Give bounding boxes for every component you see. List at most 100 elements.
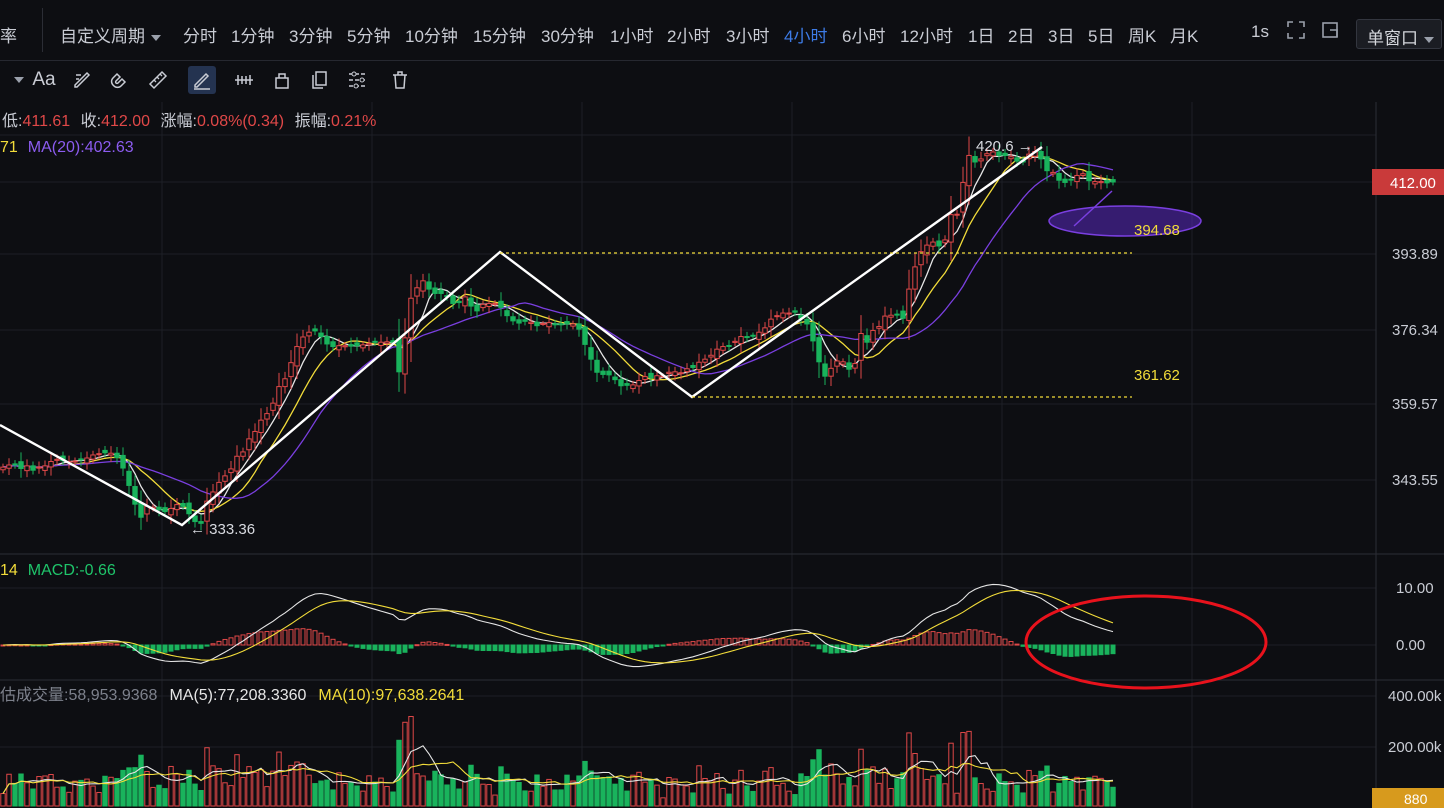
tab-period-4[interactable]: 10分钟 <box>405 22 458 47</box>
caret-down-icon[interactable] <box>2 66 30 94</box>
refresh-interval[interactable]: 1s <box>1251 22 1269 42</box>
candle-body <box>126 470 132 486</box>
candle-body <box>666 371 672 375</box>
popout-window-icon[interactable] <box>1320 20 1340 45</box>
candle-body <box>336 345 342 351</box>
volume-bar <box>990 790 996 807</box>
volume-bar <box>630 774 636 807</box>
tab-period-8[interactable]: 2小时 <box>667 22 710 47</box>
volume-bar <box>390 791 396 807</box>
measure-icon[interactable] <box>230 66 258 94</box>
candle-body <box>102 449 108 454</box>
volume-bar <box>534 774 540 807</box>
pencil-icon[interactable] <box>188 66 216 94</box>
tab-period-15[interactable]: 3日 <box>1048 22 1074 47</box>
volume-bar <box>930 775 936 807</box>
candle-body <box>54 458 60 461</box>
volume-bar <box>648 778 654 807</box>
candle-body <box>114 452 120 459</box>
macd-bar <box>672 642 678 646</box>
candle-body <box>168 508 174 516</box>
volume-bar <box>612 783 618 807</box>
tab-period-16[interactable]: 5日 <box>1088 22 1114 47</box>
fullscreen-icon[interactable] <box>1286 20 1306 45</box>
volume-bar <box>738 769 744 807</box>
custom-period-dropdown[interactable]: 自定义周期 <box>60 22 161 47</box>
toolbar-left-label[interactable]: 率 <box>0 22 17 47</box>
volume-tick-label: 200.00k <box>1388 739 1442 756</box>
tab-period-6[interactable]: 30分钟 <box>541 22 594 47</box>
candle-body <box>84 457 90 464</box>
tab-period-7[interactable]: 1小时 <box>610 22 653 47</box>
volume-bar <box>672 778 678 807</box>
macd-bar <box>186 644 192 649</box>
volume-bar <box>438 774 444 807</box>
volume-bar <box>312 783 318 807</box>
volume-bar <box>462 781 468 807</box>
volume-bar <box>858 748 864 807</box>
tab-period-3[interactable]: 5分钟 <box>347 22 390 47</box>
volume-bar <box>696 765 702 807</box>
candle-body <box>450 295 456 304</box>
lock-icon[interactable] <box>268 66 296 94</box>
volume-bar <box>486 784 492 807</box>
macd-bar <box>666 643 672 646</box>
candle-body <box>342 345 348 348</box>
candle-body <box>1092 181 1098 185</box>
tab-period-18[interactable]: 月K <box>1170 22 1198 47</box>
candle-body <box>162 507 168 513</box>
candle-body <box>972 156 978 163</box>
tab-period-12[interactable]: 12小时 <box>900 22 953 47</box>
volume-bar <box>324 779 330 807</box>
tab-period-11[interactable]: 6小时 <box>842 22 885 47</box>
candle-body <box>420 280 426 292</box>
font-icon[interactable]: Aa <box>30 66 58 94</box>
copy-icon[interactable] <box>306 66 334 94</box>
volume-bar <box>546 778 552 807</box>
tab-period-5[interactable]: 15分钟 <box>473 22 526 47</box>
macd-bar <box>642 644 648 650</box>
macd-bar <box>342 643 348 646</box>
price-chart[interactable]: 420.6 → ← 333.36 394.68 361.62 低:411.61 … <box>0 102 1444 808</box>
tab-period-1[interactable]: 1分钟 <box>231 22 274 47</box>
tab-period-13[interactable]: 1日 <box>968 22 994 47</box>
volume-bar <box>870 766 876 807</box>
candle-body <box>612 376 618 381</box>
volume-bar <box>138 754 144 807</box>
volume-bar <box>948 742 954 807</box>
volume-bar <box>294 761 300 807</box>
candle-body <box>1008 156 1014 160</box>
candle-body <box>654 375 660 381</box>
tab-period-17[interactable]: 周K <box>1128 22 1156 47</box>
volume-bar <box>108 776 114 807</box>
volume-bar <box>846 776 852 807</box>
ruler-pencil-icon[interactable] <box>68 66 96 94</box>
tab-period-2[interactable]: 3分钟 <box>289 22 332 47</box>
volume-bar <box>798 773 804 807</box>
trash-icon[interactable] <box>386 66 414 94</box>
tab-period-0[interactable]: 分时 <box>183 22 217 47</box>
ruler-icon[interactable] <box>144 66 172 94</box>
macd-bar <box>1038 644 1044 651</box>
window-mode-select[interactable]: 单窗口 <box>1356 19 1442 49</box>
magnet-icon[interactable] <box>104 66 132 94</box>
macd-bar <box>468 644 474 650</box>
macd-bar <box>420 641 426 646</box>
macd-bar <box>942 633 948 646</box>
tab-period-9[interactable]: 3小时 <box>726 22 769 47</box>
volume-bar <box>414 773 420 807</box>
tab-period-10[interactable]: 4小时 <box>784 22 827 47</box>
tab-period-14[interactable]: 2日 <box>1008 22 1034 47</box>
volume-bar <box>972 777 978 807</box>
candle-body <box>1110 179 1116 183</box>
ma-line: 71 MA(20):402.63 <box>0 139 134 156</box>
volume-bar <box>1014 784 1020 807</box>
volume-bar <box>60 786 66 807</box>
settings-icon[interactable] <box>344 66 372 94</box>
macd-bar <box>780 638 786 646</box>
macd-bar <box>1050 644 1056 655</box>
volume-bar <box>912 753 918 807</box>
price-tick-label: 376.34 <box>1392 322 1438 339</box>
macd-bar <box>282 629 288 646</box>
macd-bar <box>300 628 306 646</box>
